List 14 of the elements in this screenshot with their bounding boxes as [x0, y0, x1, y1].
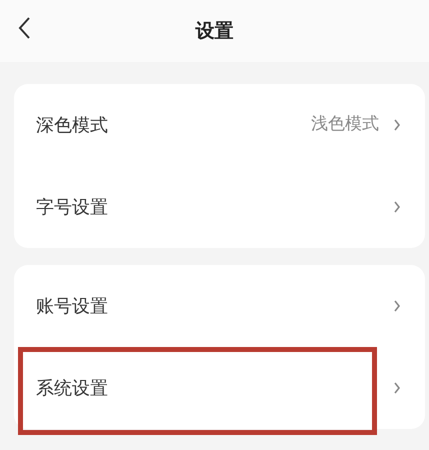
chevron-icon	[393, 300, 401, 312]
row-label: 字号设置	[36, 196, 109, 220]
row-value: 浅色模式	[311, 113, 379, 136]
row-label: 系统设置	[36, 376, 109, 400]
chevron-icon	[393, 119, 401, 131]
settings-row[interactable]: 深色模式 浅色模式	[14, 84, 425, 166]
chevron-icon	[393, 382, 401, 394]
settings-row[interactable]: 字号设置	[14, 166, 425, 248]
chevron-icon	[393, 201, 401, 213]
row-label: 账号设置	[36, 294, 109, 318]
page-title: 设置	[196, 18, 234, 44]
settings-row[interactable]: 账号设置	[14, 265, 425, 347]
row-label: 深色模式	[36, 114, 109, 138]
settings-row[interactable]: 系统设置	[14, 347, 425, 429]
